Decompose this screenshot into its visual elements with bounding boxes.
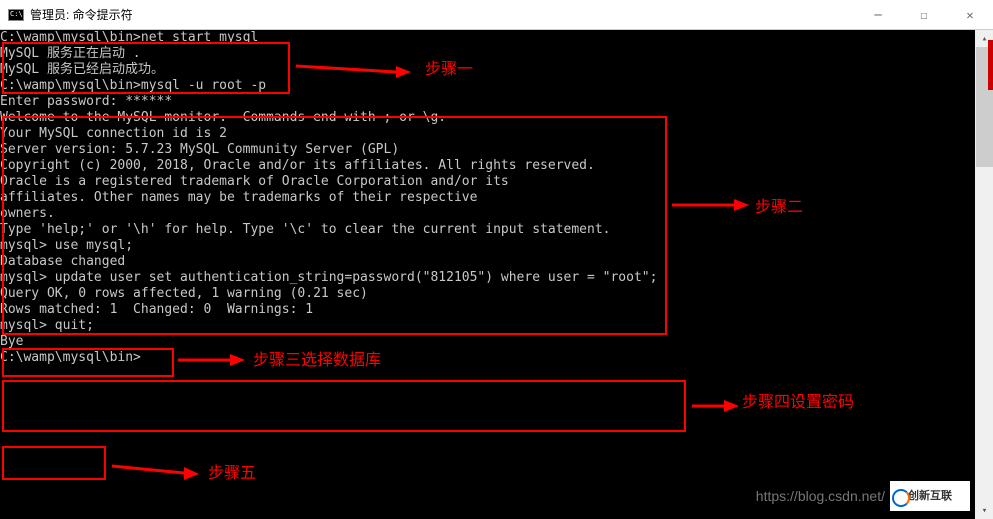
terminal-line: Copyright (c) 2000, 2018, Oracle and/or … bbox=[0, 158, 975, 174]
terminal-line: MySQL 服务已经启动成功。 bbox=[0, 62, 975, 78]
watermark-text: https://blog.csdn.net/ bbox=[756, 488, 885, 504]
annotation-box-step4 bbox=[2, 380, 686, 432]
terminal-content: C:\wamp\mysql\bin>net start mysql MySQL … bbox=[0, 30, 975, 366]
annotation-label-step1: 步骤一 bbox=[425, 62, 473, 78]
terminal-line: Type 'help;' or '\h' for help. Type '\c'… bbox=[0, 222, 975, 238]
arrow-icon bbox=[112, 458, 202, 482]
scrollbar-down-icon[interactable]: ▾ bbox=[976, 502, 993, 519]
terminal-line: C:\wamp\mysql\bin> bbox=[0, 350, 975, 366]
terminal-line: Database changed bbox=[0, 254, 975, 270]
annotation-label-step5: 步骤五 bbox=[208, 466, 256, 482]
terminal-line: Enter password: ****** bbox=[0, 94, 975, 110]
terminal-line: Your MySQL connection id is 2 bbox=[0, 126, 975, 142]
window-controls: ─ ☐ ✕ bbox=[855, 0, 993, 30]
terminal-line: mysql> use mysql; bbox=[0, 238, 975, 254]
terminal-line: C:\wamp\mysql\bin>mysql -u root -p bbox=[0, 78, 975, 94]
terminal-line: owners. bbox=[0, 206, 975, 222]
terminal-line: Query OK, 0 rows affected, 1 warning (0.… bbox=[0, 286, 975, 302]
terminal-line: mysql> update user set authentication_st… bbox=[0, 270, 975, 286]
terminal-line: mysql> quit; bbox=[0, 318, 975, 334]
terminal-line: affiliates. Other names may be trademark… bbox=[0, 190, 975, 206]
logo-badge: 创新互联 bbox=[890, 481, 970, 511]
vertical-scrollbar[interactable]: ▴ ▾ bbox=[976, 30, 993, 519]
terminal-line: Welcome to the MySQL monitor. Commands e… bbox=[0, 110, 975, 126]
terminal-line: MySQL 服务正在启动 . bbox=[0, 46, 975, 62]
window-titlebar: 管理员: 命令提示符 ─ ☐ ✕ bbox=[0, 0, 993, 30]
terminal-line: Oracle is a registered trademark of Orac… bbox=[0, 174, 975, 190]
terminal-line: Bye bbox=[0, 334, 975, 350]
cmd-icon bbox=[8, 9, 24, 21]
arrow-icon bbox=[692, 398, 742, 414]
side-decoration bbox=[988, 40, 993, 90]
annotation-label-step4: 步骤四设置密码 bbox=[742, 395, 854, 411]
close-button[interactable]: ✕ bbox=[947, 0, 993, 30]
window-title: 管理员: 命令提示符 bbox=[30, 6, 133, 23]
terminal-line: C:\wamp\mysql\bin>net start mysql bbox=[0, 30, 975, 46]
maximize-button[interactable]: ☐ bbox=[901, 0, 947, 30]
minimize-button[interactable]: ─ bbox=[855, 0, 901, 30]
terminal-area[interactable]: C:\wamp\mysql\bin>net start mysql MySQL … bbox=[0, 30, 975, 519]
annotation-box-step5 bbox=[2, 446, 106, 480]
terminal-line: Server version: 5.7.23 MySQL Community S… bbox=[0, 142, 975, 158]
annotation-label-step2: 步骤二 bbox=[755, 200, 803, 216]
terminal-line: Rows matched: 1 Changed: 0 Warnings: 1 bbox=[0, 302, 975, 318]
annotation-label-step3: 步骤三选择数据库 bbox=[253, 353, 381, 369]
